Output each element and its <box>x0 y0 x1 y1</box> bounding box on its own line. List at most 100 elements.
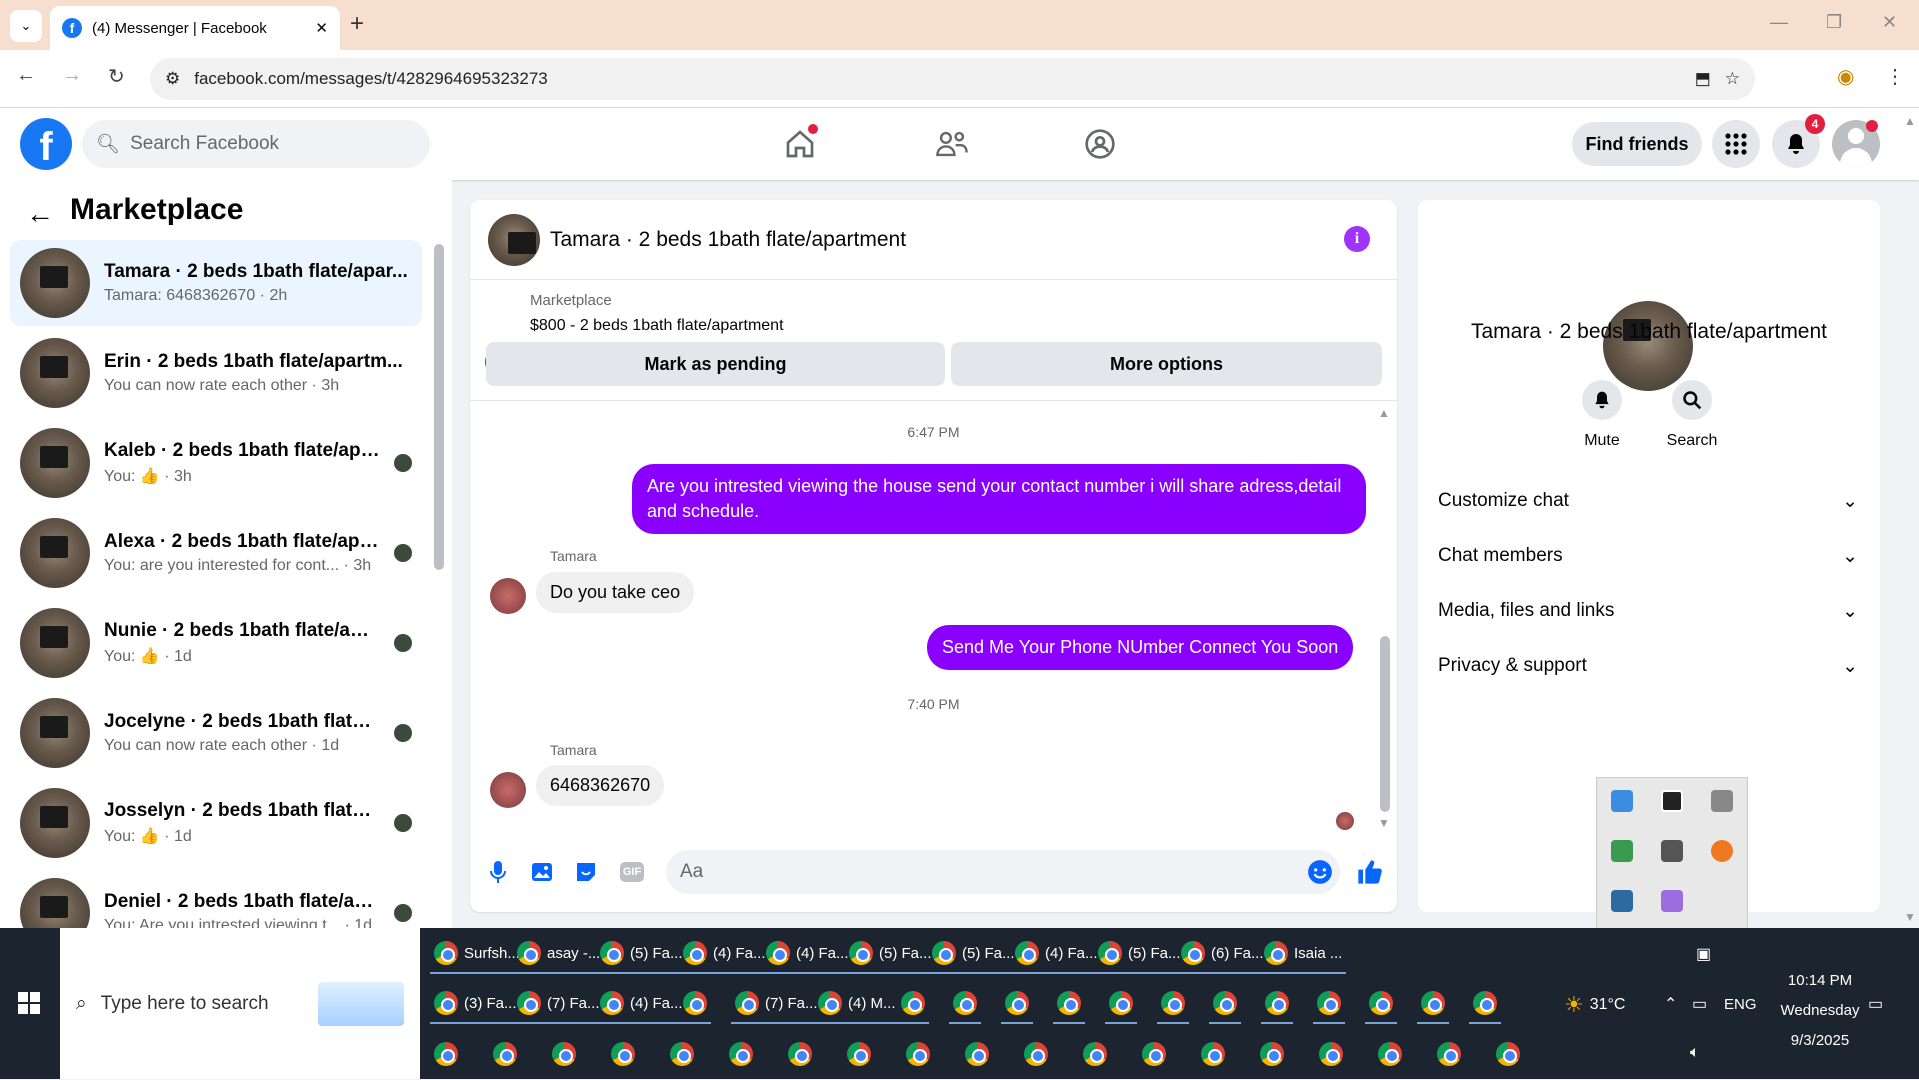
conversation-item[interactable]: Alexa · 2 beds 1bath flate/apa... You: ar… <box>10 510 422 596</box>
menu-grid-icon[interactable] <box>1712 120 1760 168</box>
taskbar-chrome-window[interactable]: (5) Fa... <box>1094 934 1185 974</box>
site-info-icon[interactable]: ⚙ <box>165 69 180 89</box>
minimize-button[interactable]: — <box>1770 12 1788 33</box>
taskbar-chrome-window[interactable] <box>1197 1034 1229 1074</box>
more-options-button[interactable]: More options <box>951 342 1382 386</box>
conversation-item[interactable]: Kaleb · 2 beds 1bath flate/apa... You: 👍 … <box>10 420 422 506</box>
taskbar-chrome-window[interactable] <box>548 1034 580 1074</box>
close-tab-icon[interactable]: ✕ <box>315 19 328 37</box>
tab-search-button[interactable]: ⌄ <box>10 10 42 42</box>
taskbar-chrome-window[interactable] <box>897 984 929 1024</box>
taskbar-chrome-window[interactable] <box>1053 984 1085 1024</box>
network-icon[interactable]: ▭ <box>1692 994 1707 1014</box>
message-input[interactable]: Aa <box>666 850 1340 894</box>
taskbar-chrome-window[interactable] <box>489 1034 521 1074</box>
taskbar-chrome-window[interactable] <box>430 1034 462 1074</box>
taskbar-chrome-window[interactable] <box>1105 984 1137 1024</box>
outgoing-message[interactable]: Are you intrested viewing the house send… <box>632 464 1366 534</box>
taskbar-chrome-window[interactable]: (4) Fa... <box>1011 934 1102 974</box>
speaker-icon[interactable]: 🔈︎ <box>1690 1044 1700 1062</box>
conversation-list-scrollbar[interactable] <box>434 244 444 570</box>
back-arrow-icon[interactable]: ← <box>26 198 54 230</box>
taskbar-chrome-window[interactable] <box>1365 984 1397 1024</box>
scroll-down-arrow-icon[interactable]: ▼ <box>1378 816 1390 830</box>
tray-app-icon[interactable] <box>1711 840 1733 862</box>
bookmark-star-icon[interactable]: ☆ <box>1725 69 1740 89</box>
taskbar-chrome-window[interactable]: (7) Fa... <box>731 984 822 1024</box>
taskbar-chrome-window[interactable] <box>1020 1034 1052 1074</box>
windows-start-icon[interactable] <box>18 992 40 1021</box>
tray-app-icon[interactable] <box>1611 840 1633 862</box>
conversation-item[interactable]: Jocelyne · 2 beds 1bath flate/ap... You c… <box>10 690 422 776</box>
conversation-item[interactable]: Erin · 2 beds 1bath flate/apartm... You c… <box>10 330 422 416</box>
restore-button[interactable]: ❐ <box>1826 12 1842 33</box>
conversation-item[interactable]: Tamara · 2 beds 1bath flate/apar... Tamar… <box>10 240 422 326</box>
emoji-icon[interactable] <box>1306 858 1334 886</box>
taskbar-search-box[interactable]: ⌕ Type here to search <box>60 928 420 1079</box>
taskbar-chrome-window[interactable] <box>1313 984 1345 1024</box>
scroll-up-arrow-icon[interactable]: ▲ <box>1378 406 1390 420</box>
taskbar-chrome-window[interactable] <box>843 1034 875 1074</box>
weather-widget[interactable]: ☀ 31°C <box>1564 992 1625 1018</box>
page-scroll-down-icon[interactable]: ▼ <box>1904 910 1916 924</box>
taskbar-chrome-window[interactable]: (5) Fa... <box>596 934 687 974</box>
details-listing-avatar[interactable] <box>1603 301 1693 391</box>
sticker-icon[interactable] <box>572 858 600 886</box>
taskbar-chrome-window[interactable] <box>1157 984 1189 1024</box>
show-hidden-icons-chevron-icon[interactable]: ⌃ <box>1664 994 1677 1014</box>
listing-price-title[interactable]: $800 - 2 beds 1bath flate/apartment <box>530 317 784 335</box>
back-button[interactable]: ← <box>16 64 36 87</box>
thumbs-up-icon[interactable] <box>1356 858 1384 886</box>
notification-center-icon[interactable]: ▭ <box>1868 994 1883 1014</box>
photo-attach-icon[interactable] <box>528 858 556 886</box>
microphone-icon[interactable] <box>484 858 512 886</box>
conversation-item[interactable]: Nunie · 2 beds 1bath flate/apa... You: 👍 … <box>10 600 422 686</box>
tray-app-icon[interactable] <box>1611 790 1633 812</box>
pen-icon[interactable] <box>1661 890 1683 912</box>
mute-label[interactable]: Mute <box>1562 432 1642 450</box>
mute-bell-icon[interactable] <box>1582 380 1622 420</box>
chat-title[interactable]: Tamara · 2 beds 1bath flate/apartment <box>550 228 906 252</box>
taskbar-chrome-window[interactable]: (4) Fa... <box>679 934 770 974</box>
clock[interactable]: 10:14 PM Wednesday 9/3/2025 <box>1760 966 1880 1056</box>
customize-chat-section[interactable]: Customize chat ⌄ <box>1438 490 1858 513</box>
chat-listing-avatar[interactable] <box>488 214 540 266</box>
taskbar-chrome-window[interactable]: Isaia ... <box>1260 934 1347 974</box>
privacy-support-section[interactable]: Privacy & support ⌄ <box>1438 655 1858 678</box>
taskbar-chrome-window[interactable] <box>1315 1034 1347 1074</box>
taskbar-chrome-window[interactable] <box>1256 1034 1288 1074</box>
browser-menu-icon[interactable]: ⋮ <box>1885 64 1905 89</box>
forward-button[interactable]: → <box>62 64 82 87</box>
taskbar-chrome-window[interactable] <box>1433 1034 1465 1074</box>
incoming-message[interactable]: 6468362670 <box>536 765 665 806</box>
taskbar-chrome-window[interactable]: (4) Fa... <box>762 934 853 974</box>
taskbar-chrome-window[interactable] <box>961 1034 993 1074</box>
outgoing-message[interactable]: Send Me Your Phone NUmber Connect You So… <box>927 625 1354 670</box>
taskbar-chrome-window[interactable]: Surfsh... <box>430 934 524 974</box>
conversation-info-icon[interactable]: i <box>1344 226 1370 252</box>
taskbar-chrome-window[interactable] <box>1417 984 1449 1024</box>
taskbar-chrome-window[interactable]: (5) Fa... <box>928 934 1019 974</box>
taskbar-chrome-window[interactable] <box>1209 984 1241 1024</box>
sender-avatar[interactable] <box>490 578 526 614</box>
taskbar-chrome-window[interactable] <box>607 1034 639 1074</box>
taskbar-chrome-window[interactable] <box>1079 1034 1111 1074</box>
taskbar-chrome-window[interactable]: (7) Fa... <box>513 984 604 1024</box>
search-label[interactable]: Search <box>1652 432 1732 450</box>
facebook-search-input[interactable]: 🔍︎ Search Facebook <box>82 120 430 168</box>
taskbar-chrome-window[interactable]: (4) Fa... <box>596 984 687 1024</box>
search-conversation-icon[interactable] <box>1672 380 1712 420</box>
conversation-item[interactable]: Deniel · 2 beds 1bath flate/ap... You: Ar… <box>10 870 422 928</box>
profile-icon[interactable]: ◉ <box>1837 64 1854 89</box>
close-window-button[interactable]: ✕ <box>1882 12 1897 33</box>
mark-as-pending-button[interactable]: Mark as pending <box>486 342 945 386</box>
taskbar-chrome-window[interactable] <box>902 1034 934 1074</box>
taskbar-chrome-window[interactable] <box>1261 984 1293 1024</box>
browser-tab-active[interactable]: f (4) Messenger | Facebook ✕ <box>50 6 340 50</box>
incoming-message[interactable]: Do you take ceo <box>536 572 695 613</box>
facebook-logo[interactable]: f <box>20 118 72 170</box>
language-indicator[interactable]: ENG <box>1724 996 1757 1013</box>
address-bar[interactable]: ⚙ facebook.com/messages/t/42829646953232… <box>150 58 1755 100</box>
taskbar-chrome-window[interactable] <box>1001 984 1033 1024</box>
taskbar-chrome-window[interactable] <box>1374 1034 1406 1074</box>
